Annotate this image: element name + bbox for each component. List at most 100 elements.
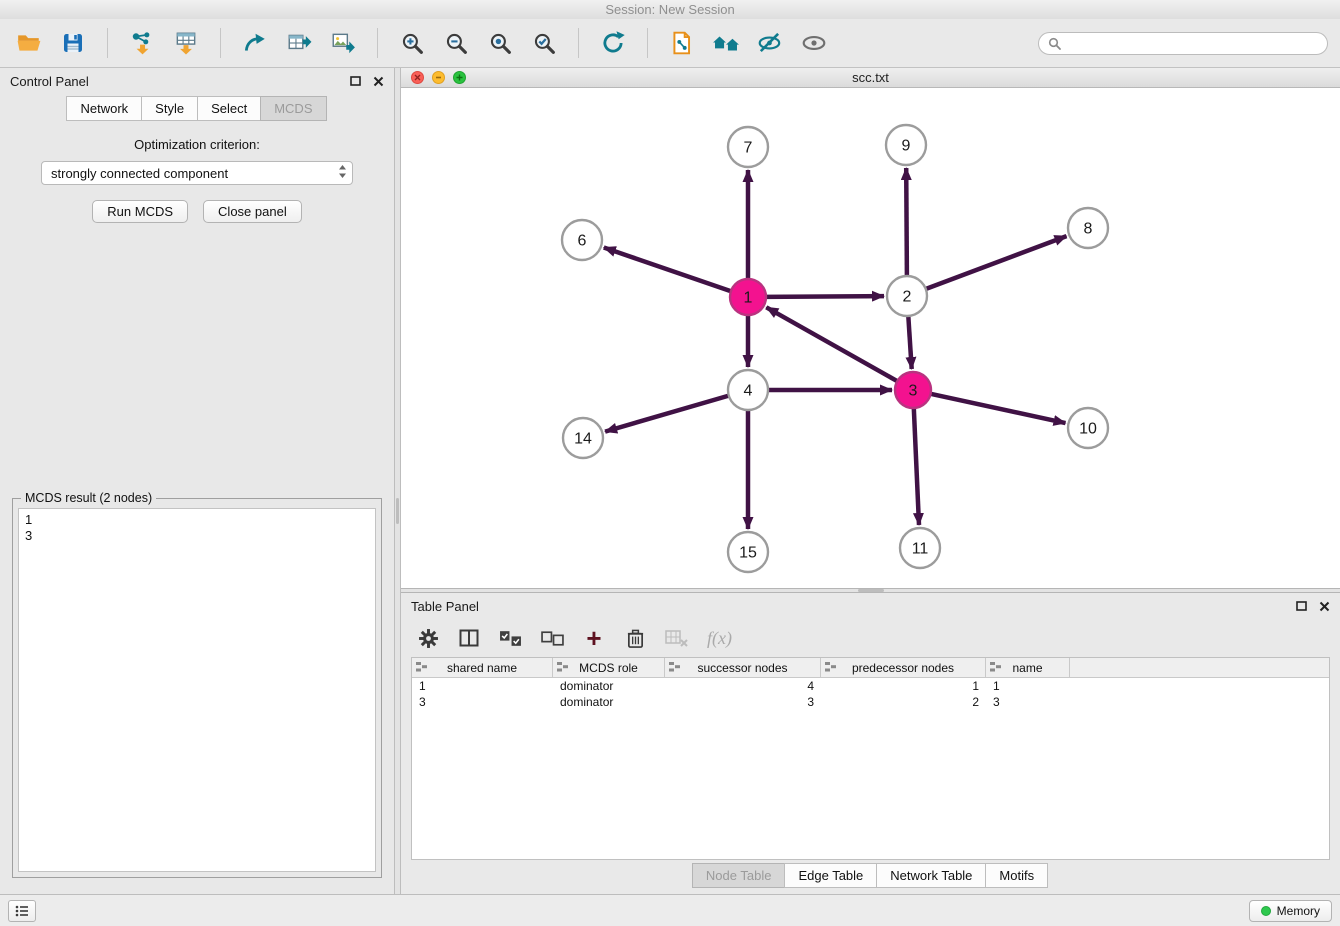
node-15[interactable]: 15 <box>728 532 768 572</box>
table-cell[interactable]: 1 <box>986 679 1070 693</box>
table-cell[interactable]: dominator <box>553 679 665 693</box>
table-row[interactable]: 1dominator411 <box>412 678 1329 694</box>
float-panel-icon[interactable] <box>350 76 361 86</box>
node-1[interactable]: 1 <box>730 279 766 315</box>
node-7[interactable]: 7 <box>728 127 768 167</box>
edge-3-to-1[interactable] <box>766 307 897 381</box>
column-header-name[interactable]: name <box>986 658 1070 677</box>
tab-node-table[interactable]: Node Table <box>692 863 786 888</box>
node-14[interactable]: 14 <box>563 418 603 458</box>
save-session-button[interactable] <box>56 24 90 62</box>
table-cell[interactable]: 1 <box>412 679 553 693</box>
export-table-button[interactable] <box>282 24 316 62</box>
import-network-button[interactable] <box>125 24 159 62</box>
close-panel-button[interactable]: Close panel <box>203 200 302 223</box>
column-type-icon <box>825 662 836 672</box>
table-cell[interactable]: 3 <box>412 695 553 709</box>
select-all-columns-button[interactable] <box>499 625 522 651</box>
export-image-button[interactable] <box>326 24 360 62</box>
window-title: Session: New Session <box>605 2 734 17</box>
mcds-result-list[interactable]: 13 <box>18 508 376 872</box>
task-history-button[interactable] <box>8 900 36 922</box>
network-canvas[interactable]: 7 9 6 8 1 2 4 3 14 10 15 11 <box>401 88 1340 588</box>
edge-2-to-9[interactable] <box>906 168 907 276</box>
network-graph[interactable]: 7 9 6 8 1 2 4 3 14 10 15 11 <box>401 88 1340 588</box>
node-label: 9 <box>902 138 911 155</box>
search-input[interactable] <box>1067 36 1318 50</box>
network-window-titlebar[interactable]: scc.txt <box>401 68 1340 88</box>
node-6[interactable]: 6 <box>562 220 602 260</box>
import-table-button[interactable] <box>169 24 203 62</box>
node-4[interactable]: 4 <box>728 370 768 410</box>
tab-motifs[interactable]: Motifs <box>985 863 1048 888</box>
apply-layout-button[interactable] <box>596 24 630 62</box>
column-header-shared-name[interactable]: shared name <box>412 658 553 677</box>
delete-table-icon <box>665 629 688 647</box>
close-window-icon[interactable] <box>411 71 424 84</box>
edge-1-to-6[interactable] <box>604 248 731 292</box>
mcds-panel: Optimization criterion: strongly connect… <box>0 121 394 894</box>
toggle-vizmap-button[interactable] <box>753 24 787 62</box>
criterion-selected-value: strongly connected component <box>51 166 228 181</box>
node-2[interactable]: 2 <box>887 276 927 316</box>
edge-2-to-3[interactable] <box>908 316 911 369</box>
node-table: shared nameMCDS rolesuccessor nodesprede… <box>411 657 1330 860</box>
run-mcds-button[interactable]: Run MCDS <box>92 200 188 223</box>
zoom-window-icon[interactable] <box>453 71 466 84</box>
edge-3-to-10[interactable] <box>931 394 1066 423</box>
tab-select[interactable]: Select <box>197 96 261 121</box>
table-cell[interactable]: 1 <box>821 679 986 693</box>
edge-2-to-8[interactable] <box>926 236 1067 289</box>
table-panel-header: Table Panel <box>401 593 1340 619</box>
table-body[interactable]: 1dominator4113dominator323 <box>412 678 1329 859</box>
float-panel-icon[interactable] <box>1296 601 1307 611</box>
zoom-out-button[interactable] <box>439 24 473 62</box>
tab-edge-table[interactable]: Edge Table <box>784 863 877 888</box>
table-panel-tabs: Node TableEdge TableNetwork TableMotifs <box>401 860 1340 894</box>
column-header-predecessor-nodes[interactable]: predecessor nodes <box>821 658 986 677</box>
export-network-button[interactable] <box>238 24 272 62</box>
show-all-networks-button[interactable] <box>709 24 743 62</box>
table-row[interactable]: 3dominator323 <box>412 694 1329 710</box>
table-cell[interactable]: 3 <box>986 695 1070 709</box>
edge-3-to-11[interactable] <box>914 408 919 525</box>
table-cell[interactable]: 4 <box>665 679 821 693</box>
node-9[interactable]: 9 <box>886 125 926 165</box>
node-11[interactable]: 11 <box>900 528 940 568</box>
create-column-button[interactable]: + <box>583 625 605 651</box>
column-header-successor-nodes[interactable]: successor nodes <box>665 658 821 677</box>
show-column-panel-button[interactable] <box>458 625 480 651</box>
panel-splitter[interactable] <box>394 68 401 894</box>
tab-style[interactable]: Style <box>141 96 198 121</box>
tab-mcds[interactable]: MCDS <box>260 96 326 121</box>
node-10[interactable]: 10 <box>1068 408 1108 448</box>
unselect-all-columns-button[interactable] <box>541 625 564 651</box>
search-field[interactable] <box>1038 32 1328 55</box>
zoom-in-button[interactable] <box>395 24 429 62</box>
node-label: 15 <box>739 545 757 562</box>
edge-4-to-14[interactable] <box>605 396 729 432</box>
edge-1-to-2[interactable] <box>766 296 884 297</box>
node-8[interactable]: 8 <box>1068 208 1108 248</box>
column-header-MCDS-role[interactable]: MCDS role <box>553 658 665 677</box>
tab-network-table[interactable]: Network Table <box>876 863 986 888</box>
minimize-window-icon[interactable] <box>432 71 445 84</box>
table-cell[interactable]: 2 <box>821 695 986 709</box>
criterion-dropdown[interactable]: strongly connected component <box>41 161 353 185</box>
show-graphics-details-button[interactable] <box>797 24 831 62</box>
delete-columns-button[interactable] <box>624 625 646 651</box>
open-session-button[interactable] <box>12 24 46 62</box>
close-panel-icon[interactable] <box>373 76 384 87</box>
new-network-from-selection-button[interactable] <box>665 24 699 62</box>
table-cell[interactable]: 3 <box>665 695 821 709</box>
table-cell[interactable]: dominator <box>553 695 665 709</box>
application-window: Session: New Session <box>0 0 1340 926</box>
zoom-selected-button[interactable] <box>527 24 561 62</box>
node-3[interactable]: 3 <box>895 372 931 408</box>
close-panel-icon[interactable] <box>1319 601 1330 612</box>
table-settings-button[interactable] <box>417 625 439 651</box>
result-node-id: 3 <box>25 528 369 544</box>
memory-button[interactable]: Memory <box>1249 900 1332 922</box>
zoom-fit-button[interactable] <box>483 24 517 62</box>
tab-network[interactable]: Network <box>66 96 142 121</box>
